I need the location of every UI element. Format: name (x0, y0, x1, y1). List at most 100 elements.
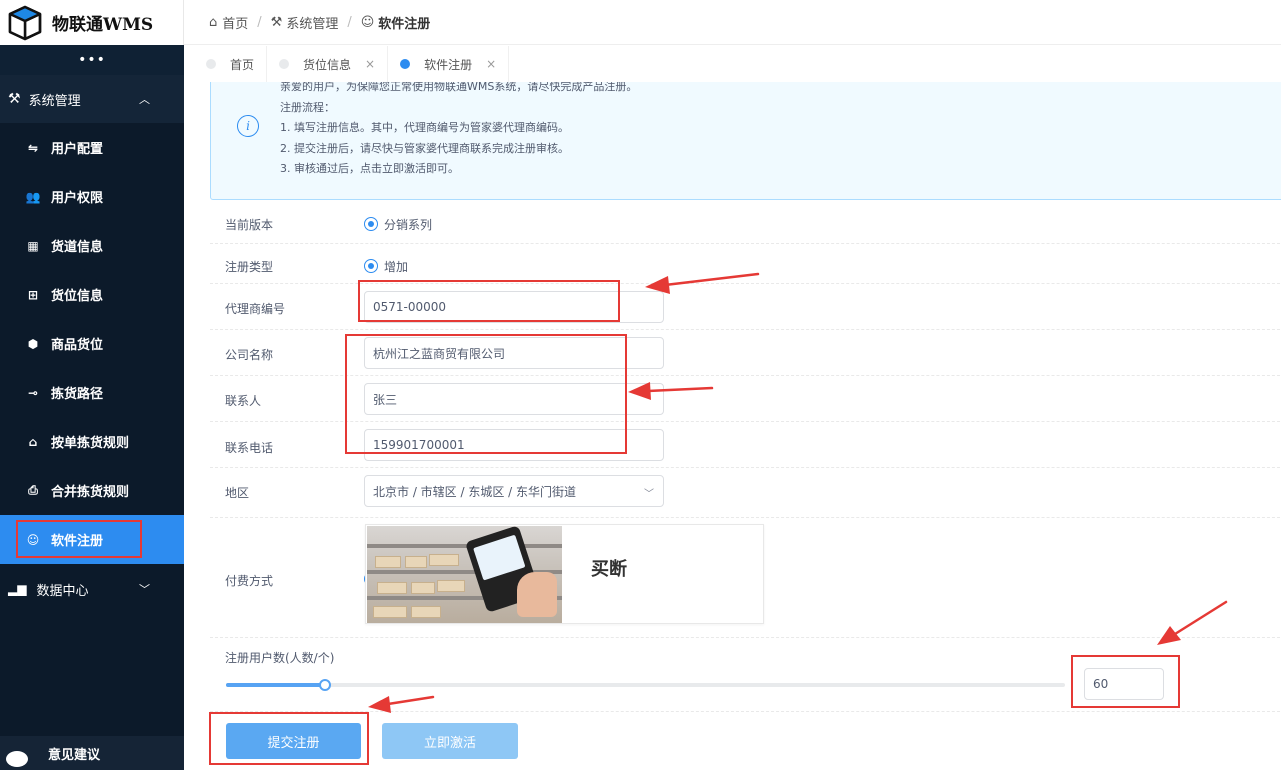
phone-label: 联系电话 (225, 441, 274, 455)
breadcrumb-current: 软件注册 (378, 16, 431, 32)
submit-registration-button[interactable]: 提交注册 (226, 723, 361, 759)
form-row-agent: 代理商编号 0571-00000 (210, 284, 1281, 330)
sidebar-item-label: 拣货路径 (51, 387, 104, 402)
bar-chart-icon: ▂▆ (8, 582, 27, 596)
user-count-slider[interactable] (226, 679, 1065, 691)
slider-handle[interactable] (319, 679, 331, 691)
sidebar-collapse-toggle[interactable]: ••• (0, 45, 184, 75)
chevron-down-icon: ﹀ (139, 583, 150, 596)
sidebar-item-merge-picking-rules[interactable]: ⎙ 合并拣货规则 (0, 466, 184, 515)
form-row-region: 地区 北京市 / 市辖区 / 东城区 / 东华门街道 ﹀ (210, 468, 1281, 518)
form-row-phone: 联系电话 159901700001 (210, 422, 1281, 468)
sidebar-item-lane-info[interactable]: ▦ 货道信息 (0, 221, 184, 270)
sidebar-item-label: 用户配置 (51, 142, 104, 157)
breadcrumb-home[interactable]: 首页 (222, 13, 248, 32)
contact-value: 张三 (373, 392, 398, 407)
tab-status-dot (279, 59, 290, 69)
info-icon: i (237, 115, 259, 137)
tab-slot-info[interactable]: 货位信息 × (267, 46, 389, 82)
breadcrumb-separator: / (257, 14, 262, 30)
breadcrumb-section[interactable]: 系统管理 (286, 13, 338, 32)
payment-option-title: 买断 (591, 559, 627, 580)
sidebar-item-label: 按单拣货规则 (51, 436, 130, 451)
user-count-input[interactable]: 60 (1084, 668, 1164, 700)
chevron-down-icon: ﹀ (644, 489, 654, 500)
menu-group-system[interactable]: ⚒ 系统管理 ︿ (0, 75, 184, 123)
sidebar-item-product-slot[interactable]: ⬢ 商品货位 (0, 319, 184, 368)
version-option-label: 分销系列 (384, 218, 433, 232)
sidebar: 物联通WMS ••• ⚒ 系统管理 ︿ ⇋ 用户配置 👥 用户权限 ▦ 货道信息… (0, 0, 184, 770)
close-icon[interactable]: × (365, 57, 375, 71)
contact-input[interactable]: 张三 (364, 383, 664, 415)
tab-software-registration[interactable]: 软件注册 × (388, 46, 510, 82)
agent-number-value: 0571-00000 (373, 300, 447, 314)
menu-group-label: 数据中心 (36, 583, 89, 599)
sidebar-item-label: 商品货位 (51, 338, 104, 353)
sidebar-item-label: 软件注册 (51, 534, 104, 549)
tab-label: 首页 (230, 57, 255, 72)
smile-icon: ☺ (360, 14, 375, 30)
notice-line: 3. 审核通过后，点击立即激活即可。 (280, 162, 459, 175)
payment-label: 付费方式 (225, 574, 274, 588)
region-select[interactable]: 北京市 / 市辖区 / 东城区 / 东华门街道 ﹀ (364, 475, 664, 507)
sidebar-item-user-permission[interactable]: 👥 用户权限 (0, 172, 184, 221)
tab-bar: 首页 货位信息 × 软件注册 × (184, 45, 1281, 82)
user-count-value: 60 (1093, 677, 1109, 691)
version-radio[interactable] (364, 217, 378, 231)
form-row-contact: 联系人 张三 (210, 376, 1281, 422)
version-label: 当前版本 (225, 218, 274, 232)
register-type-option-label: 增加 (384, 260, 409, 274)
tools-icon: ⚒ (8, 91, 21, 107)
sidebar-item-label: 合并拣货规则 (51, 485, 130, 500)
chat-bubble-icon (6, 751, 28, 767)
tab-label: 货位信息 (303, 57, 352, 72)
register-type-radio[interactable] (364, 259, 378, 273)
sidebar-item-picking-route[interactable]: ⊸ 拣货路径 (0, 368, 184, 417)
sidebar-item-label: 用户权限 (51, 191, 104, 206)
agent-label: 代理商编号 (225, 302, 286, 316)
notice-line: 1. 填写注册信息。其中，代理商编号为管家婆代理商编码。 (280, 121, 569, 134)
grid-icon: ▦ (27, 238, 39, 253)
company-label: 公司名称 (225, 348, 274, 362)
route-icon: ⊸ (27, 385, 39, 400)
ellipsis-icon: ••• (78, 52, 106, 68)
sidebar-item-slot-info[interactable]: ⊞ 货位信息 (0, 270, 184, 319)
region-label: 地区 (225, 486, 250, 500)
agent-number-input[interactable]: 0571-00000 (364, 291, 664, 323)
tab-home[interactable]: 首页 (194, 46, 268, 82)
notice-text: 亲爱的用户，为保障您正常使用物联通WMS系统，请尽快完成产品注册。 注册流程： … (280, 82, 637, 180)
company-name-value: 杭州江之蓝商贸有限公司 (373, 346, 506, 361)
payment-option-card[interactable]: 买断 (365, 524, 764, 624)
tab-label: 软件注册 (424, 57, 473, 72)
inbox-icon: ⌂ (28, 434, 38, 449)
registration-notice: i 亲爱的用户，为保障您正常使用物联通WMS系统，请尽快完成产品注册。 注册流程… (210, 82, 1281, 200)
form-row-register-type: 注册类型 增加 (210, 244, 1281, 284)
main-content: i 亲爱的用户，为保障您正常使用物联通WMS系统，请尽快完成产品注册。 注册流程… (184, 82, 1281, 770)
sidebar-item-user-config[interactable]: ⇋ 用户配置 (0, 123, 184, 172)
tab-status-dot (206, 59, 216, 69)
register-type-label: 注册类型 (225, 260, 274, 274)
contact-label: 联系人 (225, 394, 262, 408)
sidebar-item-order-picking-rules[interactable]: ⌂ 按单拣货规则 (0, 417, 184, 466)
close-icon[interactable]: × (486, 57, 496, 71)
notice-line: 注册流程： (280, 100, 335, 114)
form-row-company: 公司名称 杭州江之蓝商贸有限公司 (210, 330, 1281, 376)
warehouse-scanner-image (367, 526, 562, 623)
users-icon: 👥 (25, 189, 41, 204)
sidebar-item-label: 货道信息 (51, 240, 104, 255)
sidebar-item-software-registration[interactable]: ☺ 软件注册 (0, 515, 184, 564)
phone-input[interactable]: 159901700001 (364, 429, 664, 461)
feedback-label: 意见建议 (48, 747, 101, 763)
notice-line: 2. 提交注册后，请尽快与管家婆代理商联系完成注册审核。 (280, 141, 569, 155)
breadcrumb-separator: / (347, 14, 352, 30)
menu-group-data-center[interactable]: ▂▆ 数据中心 ﹀ (0, 564, 184, 614)
activate-now-button[interactable]: 立即激活 (382, 723, 518, 759)
app-logo[interactable]: 物联通WMS (0, 0, 184, 45)
company-name-input[interactable]: 杭州江之蓝商贸有限公司 (364, 337, 664, 369)
app-title: 物联通WMS (52, 15, 154, 35)
home-icon: ⌂ (209, 14, 218, 30)
phone-value: 159901700001 (373, 438, 465, 452)
feedback-button[interactable]: 意见建议 (0, 736, 184, 770)
plus-square-icon: ⊞ (27, 287, 39, 302)
printer-icon: ⎙ (28, 483, 38, 497)
